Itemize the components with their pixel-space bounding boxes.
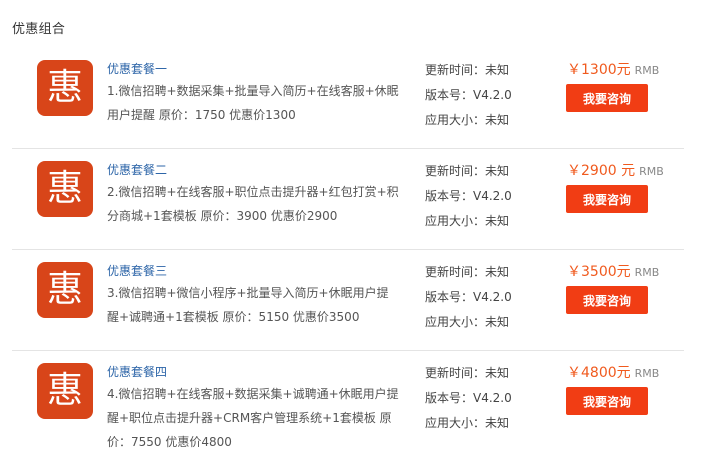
price: ￥3500元 RMB	[567, 261, 659, 281]
price-amount: ￥3500元	[567, 264, 631, 280]
package-description: 4.微信招聘+在线客服+数据采集+诚聘通+休眠用户提醒+职位点击提升器+CRM客…	[107, 387, 399, 449]
consult-button[interactable]: 我要咨询	[566, 286, 648, 314]
update-time: 更新时间：未知	[425, 63, 510, 77]
package-name-link[interactable]: 优惠套餐二	[107, 161, 167, 178]
price-amount: ￥1300元	[567, 62, 631, 78]
package-description: 2.微信招聘+在线客服+职位点击提升器+红包打赏+积分商城+1套模板 原价：39…	[107, 185, 399, 223]
package-logo-icon[interactable]: 惠	[37, 60, 93, 116]
package-meta: 更新时间：未知 版本号：V4.2.0 应用大小：未知	[425, 58, 512, 133]
package-meta: 更新时间：未知 版本号：V4.2.0 应用大小：未知	[425, 260, 512, 335]
price-amount: ￥4800元	[567, 365, 631, 381]
consult-button[interactable]: 我要咨询	[566, 185, 648, 213]
package-description: 1.微信招聘+数据采集+批量导入简历+在线客服+休眠用户提醒 原价：1750 优…	[107, 84, 399, 122]
version: 版本号：V4.2.0	[425, 189, 512, 203]
package-name-link[interactable]: 优惠套餐三	[107, 262, 167, 279]
price: ￥2900 元 RMB	[567, 160, 664, 180]
package-item-1: 惠 优惠套餐一 1.微信招聘+数据采集+批量导入简历+在线客服+休眠用户提醒 原…	[12, 48, 684, 149]
package-description: 3.微信招聘+微信小程序+批量导入简历+休眠用户提醒+诚聘通+1套模板 原价：5…	[107, 286, 389, 324]
package-logo-icon[interactable]: 惠	[37, 161, 93, 217]
price-amount: ￥2900 元	[567, 163, 636, 179]
version: 版本号：V4.2.0	[425, 391, 512, 405]
version: 版本号：V4.2.0	[425, 290, 512, 304]
app-size: 应用大小：未知	[425, 315, 510, 329]
consult-button[interactable]: 我要咨询	[566, 387, 648, 415]
update-time: 更新时间：未知	[425, 265, 510, 279]
hui-glyph: 惠	[46, 67, 83, 108]
price-currency: RMB	[639, 165, 664, 178]
package-name-link[interactable]: 优惠套餐四	[107, 363, 167, 380]
price-currency: RMB	[634, 266, 660, 279]
package-item-4: 惠 优惠套餐四 4.微信招聘+在线客服+数据采集+诚聘通+休眠用户提醒+职位点击…	[12, 351, 684, 451]
update-time: 更新时间：未知	[425, 366, 510, 380]
price-currency: RMB	[634, 367, 660, 380]
consult-button[interactable]: 我要咨询	[566, 84, 648, 112]
version: 版本号：V4.2.0	[425, 88, 512, 102]
app-size: 应用大小：未知	[425, 214, 510, 228]
package-item-2: 惠 优惠套餐二 2.微信招聘+在线客服+职位点击提升器+红包打赏+积分商城+1套…	[12, 149, 684, 250]
app-size: 应用大小：未知	[425, 113, 510, 127]
price: ￥4800元 RMB	[567, 362, 659, 382]
hui-glyph: 惠	[46, 168, 83, 209]
price-currency: RMB	[634, 64, 660, 77]
hui-glyph: 惠	[46, 269, 83, 310]
update-time: 更新时间：未知	[425, 164, 510, 178]
package-meta: 更新时间：未知 版本号：V4.2.0 应用大小：未知	[425, 361, 512, 436]
hui-glyph: 惠	[46, 370, 83, 411]
app-size: 应用大小：未知	[425, 416, 510, 430]
section-title: 优惠组合	[12, 22, 66, 37]
package-meta: 更新时间：未知 版本号：V4.2.0 应用大小：未知	[425, 159, 512, 234]
package-name-link[interactable]: 优惠套餐一	[107, 60, 167, 77]
package-logo-icon[interactable]: 惠	[37, 262, 93, 318]
package-logo-icon[interactable]: 惠	[37, 363, 93, 419]
price: ￥1300元 RMB	[567, 59, 659, 79]
package-item-3: 惠 优惠套餐三 3.微信招聘+微信小程序+批量导入简历+休眠用户提醒+诚聘通+1…	[12, 250, 684, 351]
